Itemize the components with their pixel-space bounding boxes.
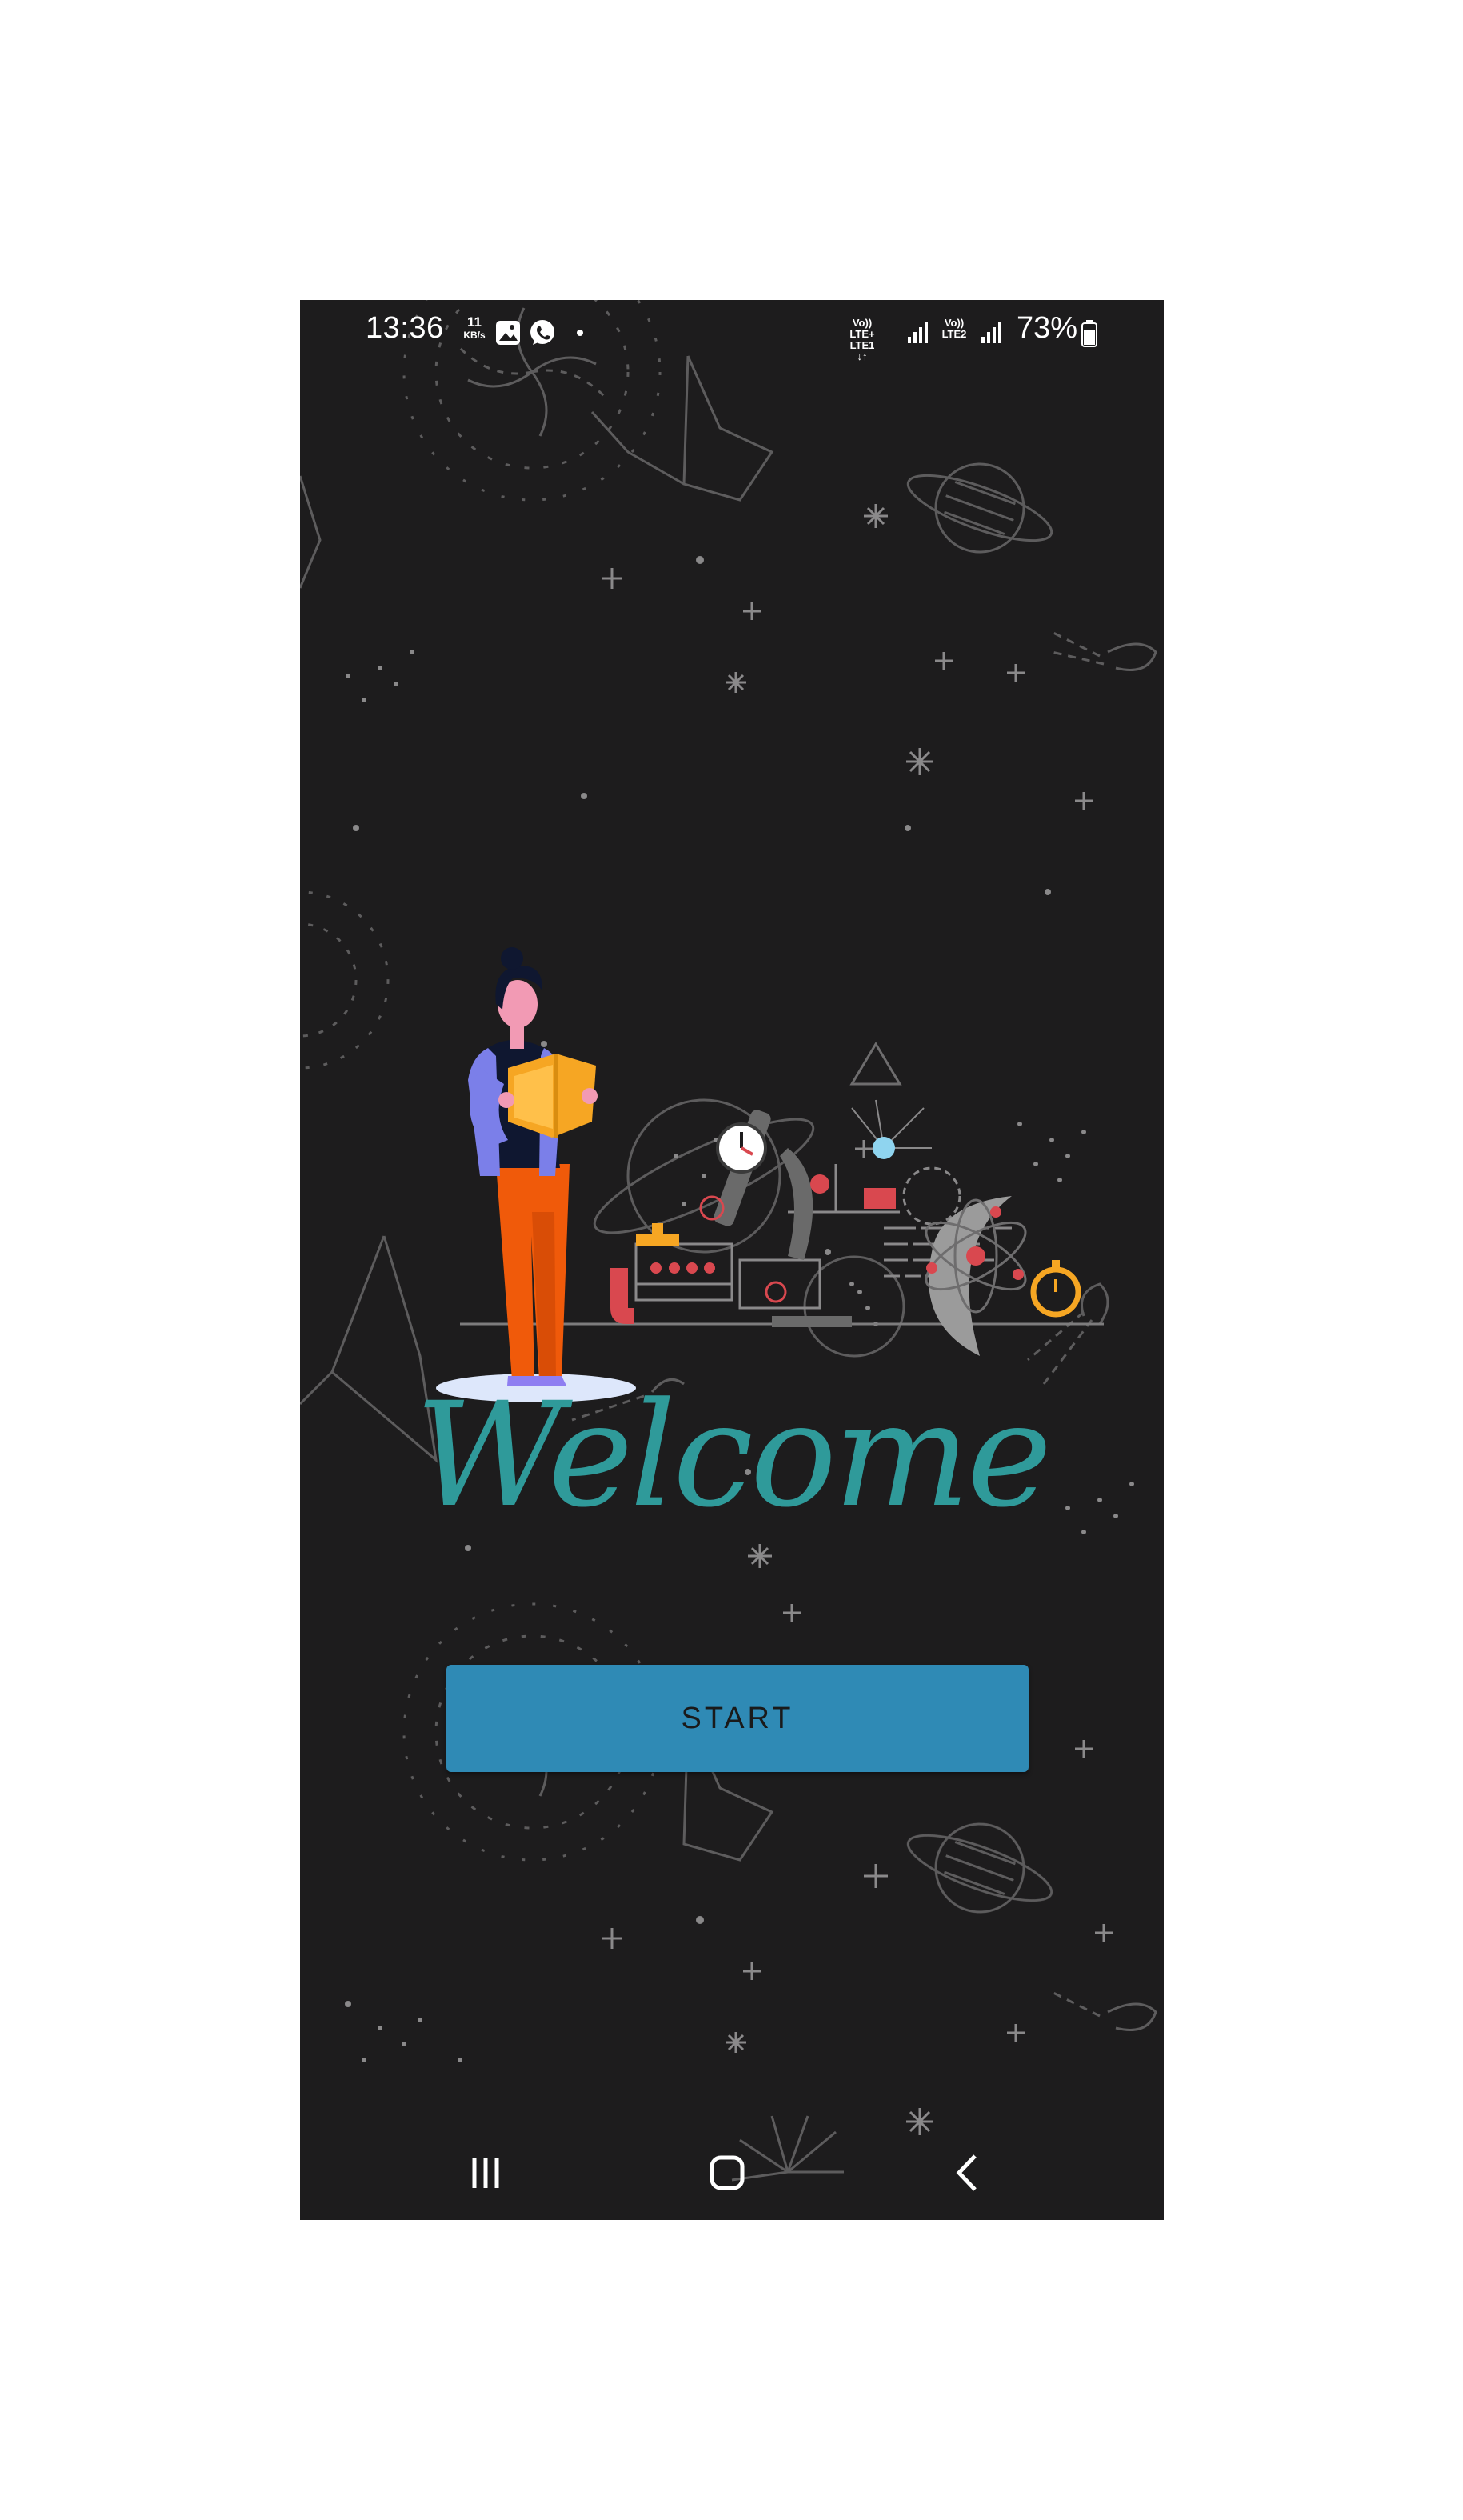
network-speed-value: 11 — [467, 314, 482, 330]
status-time: 13:36 — [366, 311, 444, 345]
signal-sim1-icon — [908, 322, 928, 343]
sim2-bottom-label: LTE2 — [941, 328, 967, 340]
navigation-bar — [300, 2124, 1164, 2220]
sim1-top-label: Vo)) LTE+ — [849, 317, 875, 340]
sim2-network: Vo)) LTE2 — [937, 318, 972, 340]
sim2-top-label: Vo)) — [944, 317, 965, 329]
network-speed: 11 KB/s — [457, 314, 492, 342]
sim1-network: Vo)) LTE+ LTE1 ↓↑ — [844, 318, 881, 362]
home-icon[interactable] — [687, 2140, 767, 2204]
gallery-icon — [496, 321, 520, 345]
woman-reading-science-illustration — [436, 947, 1104, 1402]
back-icon[interactable] — [929, 2140, 1009, 2204]
app-screen: 13:36 11 KB/s Vo)) LTE+ LTE1 ↓↑ Vo)) LTE… — [300, 300, 1164, 2220]
welcome-title: Welcome — [414, 1372, 1053, 1539]
recent-apps-icon[interactable] — [446, 2140, 526, 2204]
whatsapp-icon — [530, 320, 554, 345]
status-bar: 13:36 11 KB/s Vo)) LTE+ LTE1 ↓↑ Vo)) LTE… — [300, 300, 1164, 364]
sim1-bottom-label: LTE1 ↓↑ — [849, 339, 875, 362]
battery-percent: 73% — [1017, 311, 1078, 345]
battery-icon — [1081, 320, 1097, 347]
start-button[interactable]: START — [446, 1665, 1029, 1772]
signal-sim2-icon — [981, 322, 1001, 343]
network-speed-unit: KB/s — [463, 330, 486, 341]
more-notifications-dot-icon — [577, 330, 583, 336]
